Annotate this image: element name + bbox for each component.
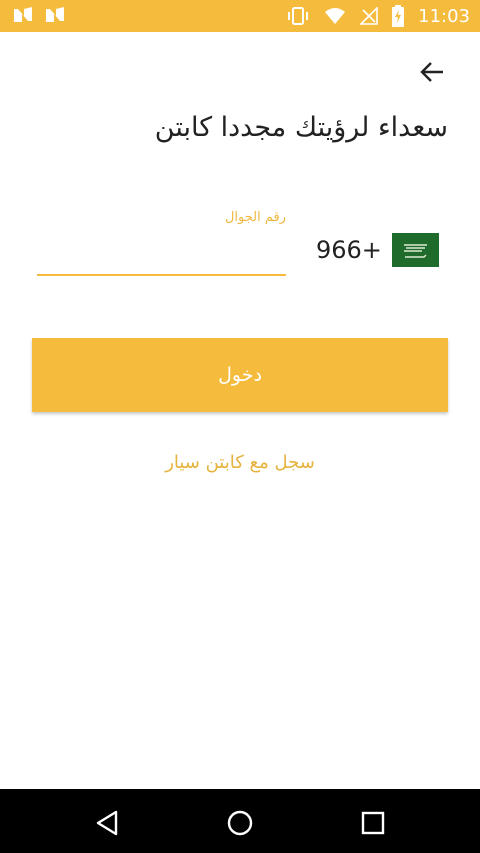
phone-label: رقم الجوال	[224, 210, 286, 225]
nav-home-button[interactable]	[220, 803, 260, 843]
saudi-arabia-flag[interactable]	[392, 233, 439, 267]
page-title: سعداء لرؤيتك مجددا كابتن	[154, 112, 448, 143]
notification-n-icon	[14, 7, 32, 22]
back-icon	[96, 810, 118, 836]
status-bar: 11:03	[0, 0, 480, 32]
no-signal-icon	[360, 7, 378, 25]
status-left	[12, 5, 66, 25]
wifi-icon	[325, 8, 346, 24]
country-code: 966+	[316, 236, 382, 264]
home-icon	[227, 810, 253, 836]
recents-icon	[361, 811, 385, 835]
saudi-flag-icon	[392, 233, 439, 267]
status-time: 11:03	[418, 5, 470, 27]
phone-input[interactable]	[37, 230, 286, 276]
status-right: 11:03	[286, 3, 470, 29]
back-button[interactable]	[412, 54, 452, 90]
nav-recents-button[interactable]	[353, 803, 393, 843]
nav-bar	[0, 789, 480, 853]
nav-back-button[interactable]	[87, 803, 127, 843]
battery-charging-icon	[392, 5, 405, 27]
vibrate-icon	[288, 7, 309, 25]
notification-n-icon	[46, 7, 64, 22]
login-button[interactable]: دخول	[32, 338, 448, 412]
register-link[interactable]: سجل مع كابتن سيار	[0, 452, 480, 473]
arrow-back-icon	[420, 62, 443, 82]
